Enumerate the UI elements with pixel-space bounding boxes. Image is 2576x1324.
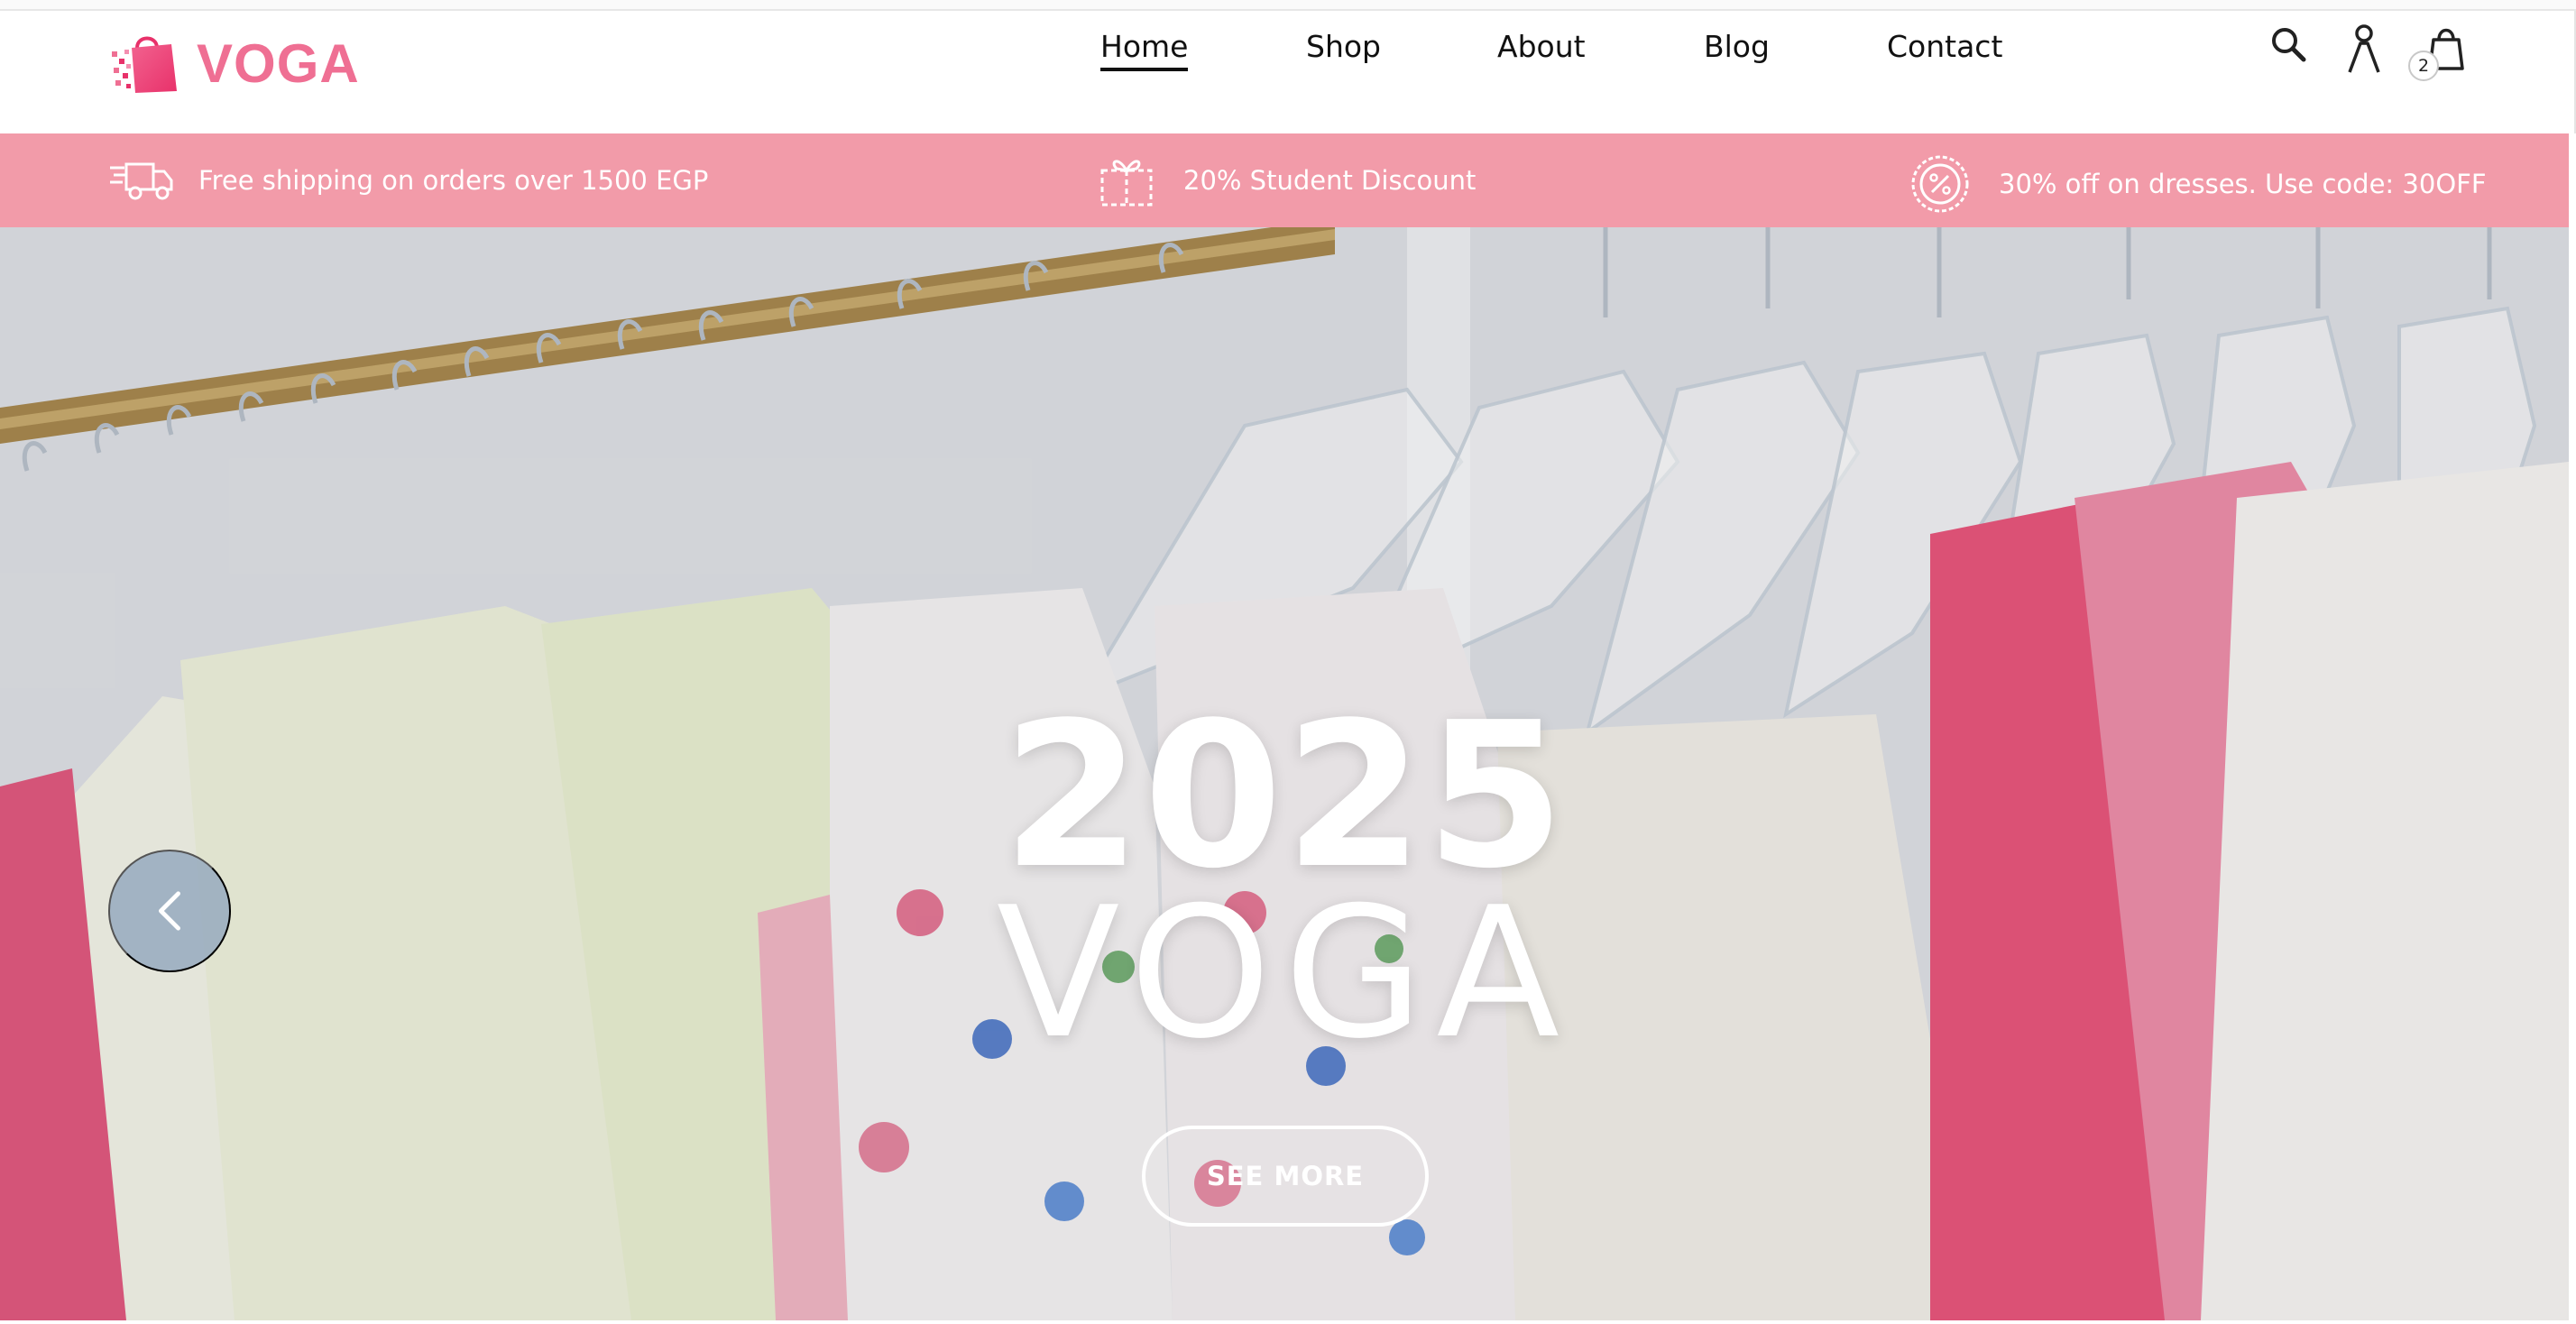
- promo-text-dress-code: 30% off on dresses. Use code: 30OFF: [1999, 169, 2487, 199]
- promo-item-shipping: Free shipping on orders over 1500 EGP: [108, 133, 708, 227]
- delivery-truck-icon: [110, 162, 173, 200]
- nav-link-home[interactable]: Home: [1100, 29, 1189, 71]
- user-icon[interactable]: [2345, 23, 2383, 74]
- nav-link-shop[interactable]: Shop: [1306, 29, 1381, 64]
- hero-slider: 2025 VOGA SEE MORE: [0, 227, 2569, 1320]
- site-header: VOGA Home Shop About Blog Contact 2: [0, 11, 2576, 133]
- nav-link-blog[interactable]: Blog: [1704, 29, 1770, 64]
- promo-bar: Free shipping on orders over 1500 EGP 20…: [0, 133, 2569, 227]
- promo-text-student-discount: 20% Student Discount: [1183, 165, 1477, 196]
- promo-text-shipping: Free shipping on orders over 1500 EGP: [198, 165, 709, 196]
- search-icon[interactable]: [2269, 25, 2307, 63]
- hero-title-year: 2025: [1002, 680, 1567, 913]
- nav-link-about[interactable]: About: [1497, 29, 1586, 64]
- gift-box-icon: [1100, 160, 1153, 207]
- shopping-bag-logo-icon: [112, 36, 177, 93]
- cart-count-badge: 2: [2408, 51, 2439, 81]
- brand-logo[interactable]: VOGA: [110, 20, 360, 106]
- brand-name: VOGA: [197, 32, 360, 94]
- percent-badge-icon: [1911, 155, 1969, 213]
- nav-link-contact[interactable]: Contact: [1887, 29, 2002, 64]
- see-more-button[interactable]: SEE MORE: [1142, 1126, 1429, 1227]
- promo-item-dress-code: 30% off on dresses. Use code: 30OFF: [1910, 137, 2487, 231]
- browser-top-edge: [0, 0, 2576, 11]
- hero-title-brand: VOGA: [996, 869, 1573, 1079]
- promo-item-student-discount: 20% Student Discount: [1099, 133, 1476, 227]
